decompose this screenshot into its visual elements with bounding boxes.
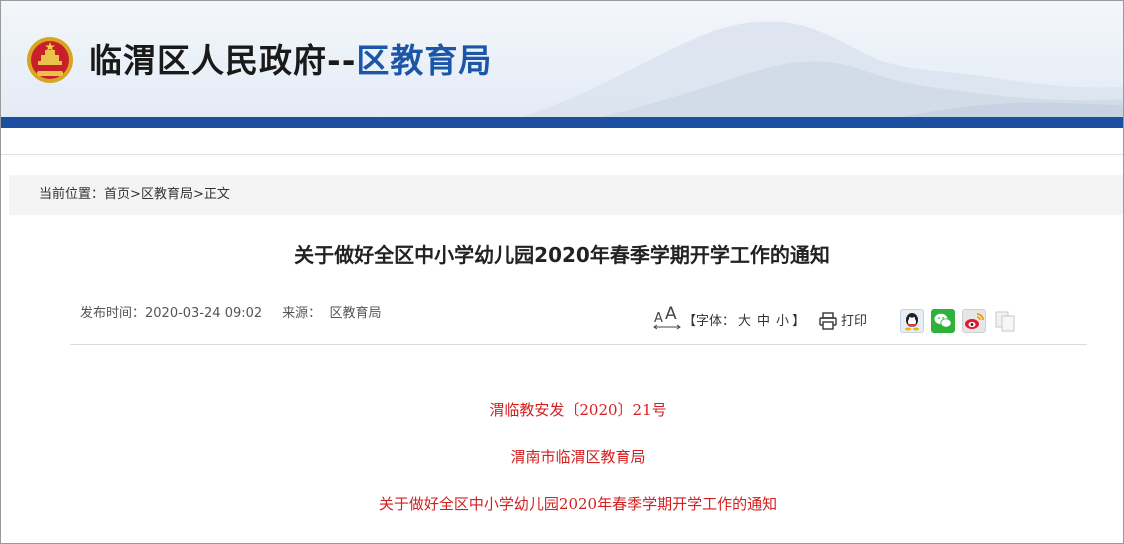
article-meta: 发布时间：2020-03-24 09:02 来源： 区教育局 xyxy=(80,303,381,325)
breadcrumb-separator: > xyxy=(192,187,204,202)
site-title-department: 区教育局 xyxy=(356,41,493,80)
breadcrumb-home-link[interactable]: 首页 xyxy=(104,187,130,202)
site-header: 临渭区人民政府--区教育局 xyxy=(1,1,1123,117)
site-title[interactable]: 临渭区人民政府--区教育局 xyxy=(89,37,492,85)
publish-time-label: 发布时间： xyxy=(80,306,146,321)
document-issuer: 渭南市临渭区教育局 xyxy=(510,448,646,466)
divider-line xyxy=(1,154,1123,155)
source-value: 区教育局 xyxy=(329,306,382,321)
font-size-small[interactable]: 小 xyxy=(776,314,789,329)
font-size-suffix: 】 xyxy=(792,314,806,329)
svg-text:A: A xyxy=(654,311,663,326)
weibo-icon[interactable] xyxy=(962,309,986,333)
breadcrumb: 当前位置：首页>区教育局>正文 xyxy=(9,175,1123,215)
wechat-icon[interactable] xyxy=(931,309,955,333)
document-heading: 关于做好全区中小学幼儿园2020年春季学期开学工作的通知 xyxy=(378,495,778,513)
breadcrumb-separator: > xyxy=(130,187,141,202)
font-size-medium[interactable]: 中 xyxy=(757,314,770,329)
source-label: 来源： xyxy=(282,306,322,321)
font-size-icon: A A xyxy=(653,303,681,331)
page-frame: 临渭区人民政府--区教育局 当前位置：首页>区教育局>正文 关于做好全区中小学幼… xyxy=(0,0,1124,544)
qq-icon[interactable] xyxy=(900,309,924,333)
document-number: 渭临教安发〔2020〕21号 xyxy=(489,401,667,419)
article-title: 关于做好全区中小学幼儿园2020年春季学期开学工作的通知 xyxy=(294,243,830,267)
breadcrumb-current: 正文 xyxy=(203,187,230,202)
font-size-prefix: 【字体： xyxy=(683,314,736,329)
publish-time: 2020-03-24 09:02 xyxy=(145,306,263,321)
font-size-control: 【字体：大中小】 xyxy=(683,311,805,333)
breadcrumb-prefix: 当前位置： xyxy=(39,187,105,202)
national-emblem-icon xyxy=(25,35,75,85)
font-size-large[interactable]: 大 xyxy=(738,314,751,329)
site-title-separator: -- xyxy=(327,41,357,80)
site-title-government: 临渭区人民政府 xyxy=(89,41,327,80)
header-blue-bar xyxy=(1,117,1123,128)
meta-divider xyxy=(70,344,1087,345)
print-icon[interactable] xyxy=(819,312,837,330)
breadcrumb-section-link[interactable]: 区教育局 xyxy=(141,187,193,202)
svg-text:A: A xyxy=(665,304,677,324)
copy-icon[interactable] xyxy=(993,309,1017,333)
print-button[interactable]: 打印 xyxy=(841,311,867,333)
